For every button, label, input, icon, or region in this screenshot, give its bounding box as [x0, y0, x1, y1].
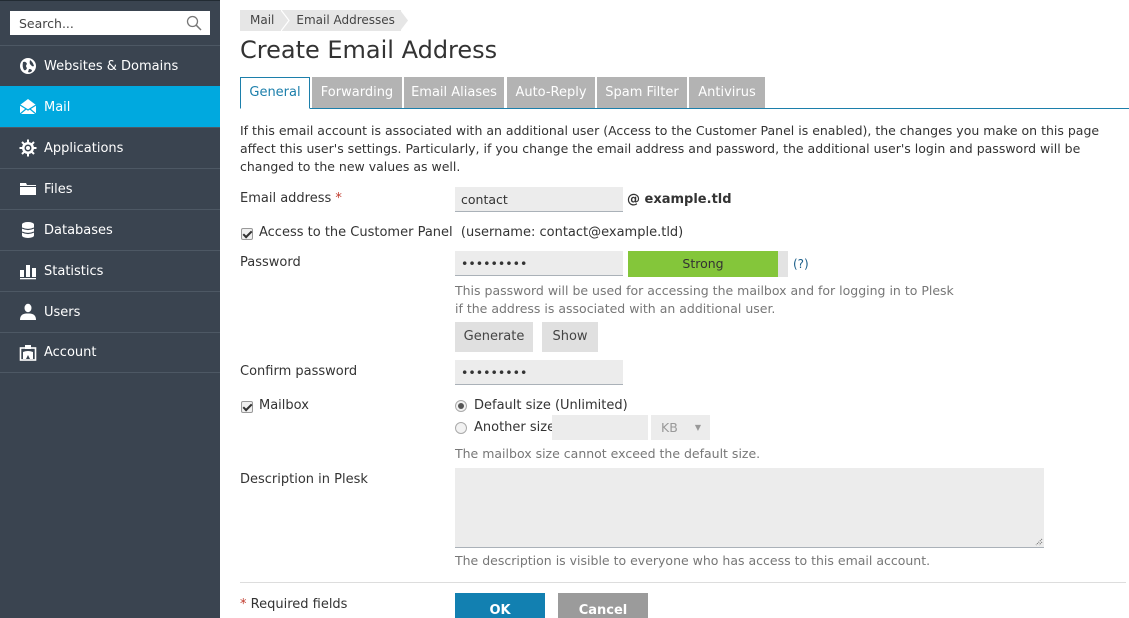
customer-panel-label-text: Access to the Customer Panel [259, 225, 453, 240]
confirm-password-label: Confirm password [240, 364, 358, 379]
id-card-icon [19, 344, 37, 362]
size-unit-value: KB [661, 420, 678, 435]
globe-icon [19, 57, 37, 75]
envelope-icon [19, 98, 37, 116]
another-size-label[interactable]: Another size [474, 420, 555, 435]
customer-panel-label[interactable]: Access to the Customer Panel (username: … [259, 225, 683, 240]
password-label: Password [240, 255, 301, 270]
sidebar: Websites & Domains Mail Applications Fil… [0, 0, 220, 618]
tab-bar: General Forwarding Email Aliases Auto-Re… [240, 77, 1129, 109]
gear-icon [19, 139, 37, 157]
resize-handle-icon[interactable] [1034, 537, 1043, 546]
tab-forwarding[interactable]: Forwarding [312, 77, 402, 108]
mailbox-hint: The mailbox size cannot exceed the defau… [455, 446, 761, 461]
email-domain: @ example.tld [627, 192, 732, 207]
sidebar-item-websites-domains[interactable]: Websites & Domains [0, 45, 220, 86]
sidebar-item-applications[interactable]: Applications [0, 127, 220, 168]
customer-panel-checkbox[interactable] [241, 228, 253, 240]
customer-panel-username: (username: contact@example.tld) [460, 225, 684, 240]
breadcrumb-link[interactable]: Email Addresses [296, 13, 395, 27]
search-box[interactable] [10, 11, 210, 35]
chevron-down-icon: ▼ [694, 423, 701, 432]
tab-antivirus[interactable]: Antivirus [689, 77, 765, 108]
ok-button[interactable]: OK [455, 593, 545, 618]
database-icon [19, 221, 37, 239]
breadcrumb-separator-icon [281, 10, 291, 31]
required-fields-note: * Required fields [240, 597, 347, 612]
mailbox-label[interactable]: Mailbox [259, 398, 309, 413]
user-icon [19, 303, 37, 321]
default-size-radio[interactable] [455, 400, 467, 412]
default-size-label[interactable]: Default size (Unlimited) [474, 398, 628, 413]
sidebar-item-account[interactable]: Account [0, 332, 220, 373]
sidebar-item-users[interactable]: Users [0, 291, 220, 332]
generate-password-button[interactable]: Generate [455, 322, 533, 352]
tab-auto-reply[interactable]: Auto-Reply [507, 77, 595, 108]
password-hint: This password will be used for accessing… [455, 283, 954, 316]
description-label: Description in Plesk [240, 472, 368, 487]
email-address-label: Email address * [240, 191, 342, 206]
password-strength-meter: Strong [628, 251, 788, 277]
another-size-radio[interactable] [455, 422, 467, 434]
search-input[interactable] [10, 11, 180, 35]
confirm-password-input[interactable] [455, 360, 623, 385]
bar-chart-icon [19, 262, 37, 280]
tab-general[interactable]: General [240, 77, 310, 109]
sidebar-nav: Websites & Domains Mail Applications Fil… [0, 45, 220, 373]
folder-icon [19, 180, 37, 198]
search-icon[interactable] [186, 15, 202, 31]
show-password-button[interactable]: Show [542, 322, 598, 352]
breadcrumb-item-email-addresses[interactable]: Email Addresses [282, 10, 408, 31]
sidebar-item-label: Websites & Domains [44, 58, 179, 74]
breadcrumb-link[interactable]: Mail [250, 13, 274, 27]
description-hint: The description is visible to everyone w… [455, 553, 931, 568]
size-unit-select[interactable]: KB ▼ [651, 415, 710, 440]
email-address-input[interactable] [455, 187, 623, 212]
required-fields-text: Required fields [250, 597, 348, 612]
cancel-button[interactable]: Cancel [558, 593, 648, 618]
page-title: Create Email Address [240, 36, 498, 64]
tab-spam-filter[interactable]: Spam Filter [597, 77, 687, 108]
sidebar-item-label: Statistics [44, 263, 104, 279]
sidebar-item-label: Databases [44, 222, 113, 238]
intro-text: If this email account is associated with… [240, 123, 1100, 174]
breadcrumb: Mail Email Addresses [240, 10, 408, 31]
email-label-text: Email address [240, 191, 332, 206]
tab-email-aliases[interactable]: Email Aliases [404, 77, 504, 108]
sidebar-item-label: Users [44, 304, 81, 320]
mailbox-checkbox[interactable] [241, 401, 253, 413]
password-strength-label: Strong [682, 256, 724, 271]
sidebar-item-label: Account [44, 345, 97, 360]
sidebar-item-files[interactable]: Files [0, 168, 220, 209]
sidebar-top-border [0, 0, 220, 1]
password-help-link[interactable]: (?) [793, 257, 809, 271]
form-divider [240, 582, 1126, 583]
sidebar-item-label: Mail [44, 99, 71, 115]
required-mark: * [240, 597, 247, 612]
required-mark: * [335, 191, 342, 206]
breadcrumb-item-mail[interactable]: Mail [240, 10, 291, 31]
breadcrumb-arrow-icon [399, 10, 408, 31]
sidebar-item-databases[interactable]: Databases [0, 209, 220, 250]
sidebar-item-label: Applications [44, 140, 124, 156]
sidebar-item-label: Files [44, 181, 73, 197]
password-input[interactable] [455, 251, 623, 276]
description-textarea[interactable] [455, 468, 1044, 548]
sidebar-item-statistics[interactable]: Statistics [0, 250, 220, 291]
mailbox-size-input[interactable] [552, 415, 648, 440]
sidebar-item-mail[interactable]: Mail [0, 86, 220, 127]
